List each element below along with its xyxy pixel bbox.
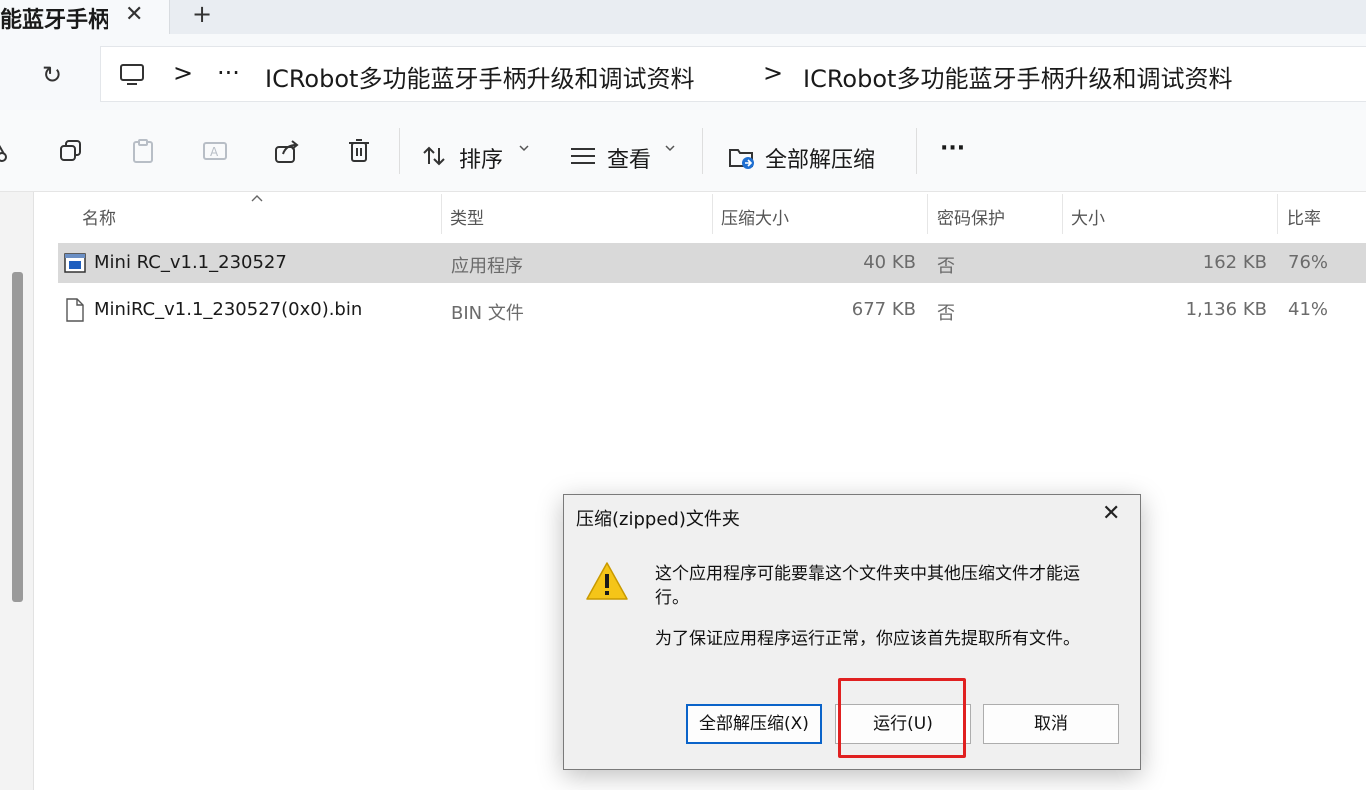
file-icon [66, 298, 84, 322]
cancel-button[interactable]: 取消 [983, 704, 1119, 744]
dialog-message-line: 为了保证应用程序运行正常，你应该首先提取所有文件。 [655, 629, 1080, 649]
file-compressed-size: 677 KB [851, 299, 916, 320]
address-bar[interactable]: > ··· ICRobot多功能蓝牙手柄升级和调试资料 > ICRobot多功能… [100, 46, 1366, 102]
file-compressed-size: 40 KB [863, 252, 916, 273]
this-pc-icon[interactable] [119, 63, 145, 87]
column-header-size[interactable]: 大小 [1071, 204, 1105, 229]
dialog-message-line: 这个应用程序可能要靠这个文件夹中其他压缩文件才能运 [655, 564, 1080, 584]
refresh-icon[interactable]: ↻ [42, 61, 62, 89]
breadcrumb-overflow-button[interactable]: ··· [217, 59, 240, 87]
file-ratio: 76% [1288, 252, 1329, 273]
column-header-compressed-size[interactable]: 压缩大小 [721, 204, 789, 229]
toolbar-separator [702, 128, 703, 174]
file-type: 应用程序 [451, 256, 523, 277]
column-header-type[interactable]: 类型 [450, 204, 484, 229]
view-button[interactable]: 查看 [607, 142, 651, 174]
tab-strip: 能蓝牙手柄升级和调试资料 ✕ + [0, 0, 1366, 34]
file-row[interactable]: Mini RC_v1.1_230527 应用程序 40 KB 否 162 KB … [58, 243, 1366, 283]
file-size: 162 KB [1202, 252, 1267, 273]
annotation-highlight-box [838, 678, 966, 758]
extract-all-icon[interactable] [728, 144, 756, 170]
sort-chevron-down-icon[interactable] [519, 144, 529, 152]
file-type: BIN 文件 [451, 303, 524, 324]
column-divider[interactable] [1277, 194, 1278, 234]
extract-all-button[interactable]: 全部解压缩 [765, 142, 875, 174]
column-header-name[interactable]: 名称 [82, 204, 116, 229]
breadcrumb-item-current[interactable]: ICRobot多功能蓝牙手柄升级和调试资料 [803, 59, 1232, 94]
column-divider[interactable] [712, 194, 713, 234]
extract-all-dialog-button[interactable]: 全部解压缩(X) [686, 704, 822, 744]
browser-tab[interactable]: 能蓝牙手柄升级和调试资料 ✕ [0, 0, 170, 34]
view-icon[interactable] [570, 146, 596, 166]
view-chevron-down-icon[interactable] [665, 144, 675, 152]
sort-button[interactable]: 排序 [459, 142, 503, 174]
column-header-ratio[interactable]: 比率 [1287, 204, 1321, 229]
breadcrumb-chevron-icon[interactable]: > [173, 59, 193, 87]
file-password-protected: 否 [937, 256, 955, 277]
toolbar-separator [916, 128, 917, 174]
scrollbar-thumb[interactable] [12, 272, 23, 602]
dialog-close-icon[interactable]: ✕ [1102, 501, 1120, 526]
column-divider[interactable] [927, 194, 928, 234]
svg-text:A: A [210, 145, 219, 159]
column-divider[interactable] [1062, 194, 1063, 234]
file-row[interactable]: MiniRC_v1.1_230527(0x0).bin BIN 文件 677 K… [58, 290, 1366, 330]
dialog-message-line: 行。 [655, 588, 689, 608]
navigation-pane [0, 192, 34, 790]
file-size: 1,136 KB [1185, 299, 1267, 320]
command-bar: A 排序 查看 全部解压缩 ··· [0, 110, 1366, 192]
file-name: MiniRC_v1.1_230527(0x0).bin [94, 299, 363, 320]
new-tab-button[interactable]: + [192, 0, 212, 28]
share-icon[interactable] [274, 138, 300, 164]
column-header-row: 名称 类型 压缩大小 密码保护 大小 比率 [58, 194, 1366, 234]
rename-icon[interactable]: A [202, 138, 228, 164]
application-icon [64, 253, 86, 273]
tab-title: 能蓝牙手柄升级和调试资料 [0, 8, 108, 33]
warning-icon [586, 562, 628, 600]
delete-icon[interactable] [346, 138, 372, 164]
navigation-bar: ↻ > ··· ICRobot多功能蓝牙手柄升级和调试资料 > ICRobot多… [0, 34, 1366, 110]
cut-icon[interactable] [0, 138, 18, 164]
more-options-button[interactable]: ··· [940, 136, 965, 161]
file-name: Mini RC_v1.1_230527 [94, 252, 287, 273]
toolbar-separator [399, 128, 400, 174]
copy-icon[interactable] [58, 138, 84, 164]
tab-close-icon[interactable]: ✕ [125, 2, 143, 27]
file-password-protected: 否 [937, 303, 955, 324]
file-ratio: 41% [1288, 299, 1329, 320]
paste-icon[interactable] [130, 138, 156, 164]
breadcrumb-chevron-icon[interactable]: > [763, 59, 783, 87]
breadcrumb-item-parent[interactable]: ICRobot多功能蓝牙手柄升级和调试资料 [265, 59, 694, 94]
column-header-password[interactable]: 密码保护 [937, 204, 1005, 229]
sort-ascending-icon [251, 195, 263, 202]
sort-icon[interactable] [422, 144, 446, 168]
dialog-title: 压缩(zipped)文件夹 [576, 509, 740, 530]
column-divider[interactable] [441, 194, 442, 234]
